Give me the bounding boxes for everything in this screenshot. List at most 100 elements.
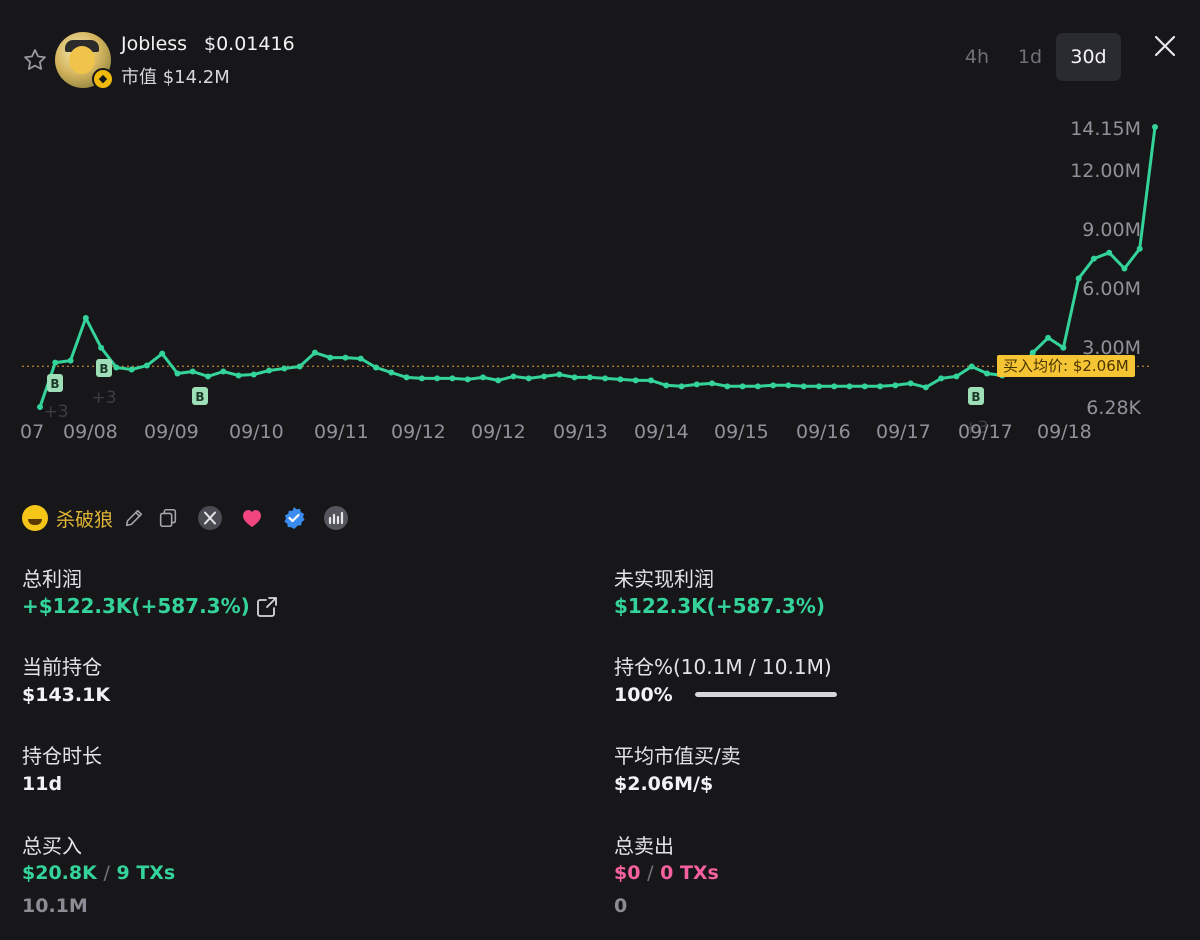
chart-icon[interactable]	[323, 505, 349, 531]
chart-point	[418, 375, 425, 382]
chart-point	[388, 369, 395, 376]
chart-point	[861, 383, 868, 390]
token-name: Jobless	[121, 33, 188, 55]
trader-row: 杀破狼	[22, 502, 365, 534]
chart-point	[754, 383, 761, 390]
x-tick-label: 09/12	[391, 421, 446, 443]
x-twitter-icon[interactable]	[197, 505, 223, 531]
buy-marker-label: B	[99, 362, 108, 376]
y-tick-label: 9.00M	[1082, 219, 1141, 241]
buy-marker-label: B	[971, 390, 980, 404]
chart-point	[434, 375, 441, 382]
market-cap-chart: B B B B +3 +3 +3	[0, 100, 1200, 460]
chart-point	[785, 382, 792, 389]
chart-point	[174, 370, 181, 377]
chart-point	[556, 371, 563, 378]
copy-icon[interactable]	[157, 507, 179, 529]
total-profit-label: 总利润	[22, 567, 82, 591]
unrealized-profit-label: 未实现利润	[614, 567, 714, 591]
x-tick-label: 09/08	[63, 421, 118, 443]
total-buy-row: $20.8K / 9 TXs	[22, 862, 175, 884]
holding-value: $143.1K	[22, 684, 111, 706]
chart-point	[113, 364, 120, 371]
chart-point	[739, 383, 746, 390]
chart-point	[693, 381, 700, 388]
x-tick-label: 09/13	[553, 421, 608, 443]
chart-point	[571, 374, 578, 381]
grin-emoji-icon	[22, 505, 48, 531]
x-tick-label: 09/11	[314, 421, 369, 443]
x-tick-label: 09/18	[1037, 421, 1092, 443]
chart-point	[449, 375, 456, 382]
chart-point	[52, 359, 59, 366]
total-sell-label: 总卖出	[614, 834, 674, 858]
chart-point	[968, 363, 975, 370]
position-pct-label: 持仓%(10.1M / 10.1M)	[614, 655, 832, 679]
x-tick-label: 09/10	[229, 421, 284, 443]
external-link-icon[interactable]	[255, 595, 279, 619]
chart-point	[159, 350, 166, 357]
chart-point	[281, 365, 288, 372]
chart-point	[205, 373, 212, 380]
timeframe-1d[interactable]: 1d	[1008, 33, 1052, 81]
total-buy-label: 总买入	[22, 834, 82, 858]
chart-point	[296, 363, 303, 370]
separator: /	[103, 862, 110, 884]
chart-point	[311, 349, 318, 356]
market-cap: 市值 $14.2M	[121, 67, 230, 88]
unrealized-profit-value: $122.3K(+587.3%)	[614, 594, 826, 618]
timeframe-4h[interactable]: 4h	[955, 33, 999, 81]
chart-point	[250, 371, 257, 378]
chart-point	[1090, 255, 1097, 262]
chart-point	[647, 377, 654, 384]
chart-point	[724, 383, 731, 390]
heart-icon[interactable]	[239, 505, 265, 531]
x-tick-label: 09/15	[714, 421, 769, 443]
total-sell-row: $0 / 0 TXs	[614, 862, 719, 884]
x-tick-label: 09/12	[471, 421, 526, 443]
chart-point	[189, 368, 196, 375]
buy-marker-label: B	[50, 377, 59, 391]
total-sell-txs[interactable]: 0 TXs	[660, 862, 719, 884]
chart-point	[1045, 334, 1052, 341]
chart-svg: BBB B+3+3+3	[22, 124, 1158, 438]
pencil-icon[interactable]	[123, 507, 145, 529]
token-header: ◆ Jobless $0.01416 市值 $14.2M 4h 1d 30d	[0, 0, 1200, 100]
x-tick-label: 09/14	[634, 421, 689, 443]
close-icon[interactable]	[1153, 34, 1177, 58]
chart-point	[266, 367, 273, 374]
total-buy-txs[interactable]: 9 TXs	[116, 862, 175, 884]
chart-point	[877, 383, 884, 390]
verified-icon[interactable]	[281, 505, 307, 531]
total-sell-amount: $0	[614, 862, 641, 884]
position-progress-fill	[695, 692, 837, 697]
position-progress-bar	[695, 692, 837, 697]
chart-point	[1136, 245, 1143, 252]
avg-buy-price-tag: 买入均价: $2.06M	[997, 355, 1135, 377]
chart-point	[953, 373, 960, 380]
x-tick-label: 09/16	[796, 421, 851, 443]
star-icon[interactable]	[22, 47, 48, 73]
position-pct-value: 100%	[614, 684, 673, 706]
chart-point	[922, 384, 929, 391]
chart-point	[82, 315, 89, 322]
market-cap-line	[38, 126, 1157, 408]
chart-point	[342, 354, 349, 361]
timeframe-30d[interactable]: 30d	[1056, 33, 1121, 81]
market-cap-points	[37, 124, 1158, 410]
chart-point	[907, 380, 914, 387]
y-tick-label: 6.28K	[1086, 397, 1141, 419]
chart-point	[525, 375, 532, 382]
chart-point	[357, 355, 364, 362]
chart-point	[479, 374, 486, 381]
chart-point	[1121, 265, 1128, 272]
chart-point	[617, 376, 624, 383]
chart-point	[815, 383, 822, 390]
y-tick-label: 12.00M	[1070, 160, 1141, 182]
chart-point	[938, 375, 945, 382]
x-tick-label: 09/17	[958, 421, 1013, 443]
avg-mcap-label: 平均市值买/卖	[614, 744, 741, 768]
chart-point	[678, 383, 685, 390]
token-price: $0.01416	[204, 33, 295, 55]
trader-name[interactable]: 杀破狼	[56, 505, 113, 532]
